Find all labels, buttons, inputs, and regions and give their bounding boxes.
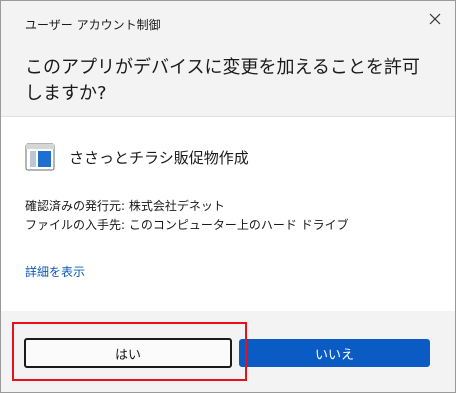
no-button[interactable]: いいえ xyxy=(239,339,430,367)
dialog-header: ユーザー アカウント制御 このアプリがデバイスに変更を加えることを許可しますか? xyxy=(1,1,455,117)
origin-text: ファイルの入手先: このコンピューター上のハード ドライブ xyxy=(25,218,349,232)
close-button[interactable] xyxy=(423,7,447,31)
show-details-link[interactable]: 詳細を表示 xyxy=(25,263,85,280)
yes-button[interactable]: はい xyxy=(24,338,232,368)
window-title: ユーザー アカウント制御 xyxy=(25,18,161,32)
app-name: ささっとチラシ販促物作成 xyxy=(69,148,249,167)
app-window-icon xyxy=(25,143,55,171)
uac-dialog: ユーザー アカウント制御 このアプリがデバイスに変更を加えることを許可しますか?… xyxy=(0,0,456,393)
close-icon xyxy=(429,13,441,25)
prompt-question: このアプリがデバイスに変更を加えることを許可しますか? xyxy=(25,57,420,104)
app-details: 確認済みの発行元: 株式会社デネット ファイルの入手先: このコンピューター上の… xyxy=(25,197,349,235)
publisher-text: 確認済みの発行元: 株式会社デネット xyxy=(25,199,225,213)
app-info-row: ささっとチラシ販促物作成 xyxy=(25,141,249,173)
